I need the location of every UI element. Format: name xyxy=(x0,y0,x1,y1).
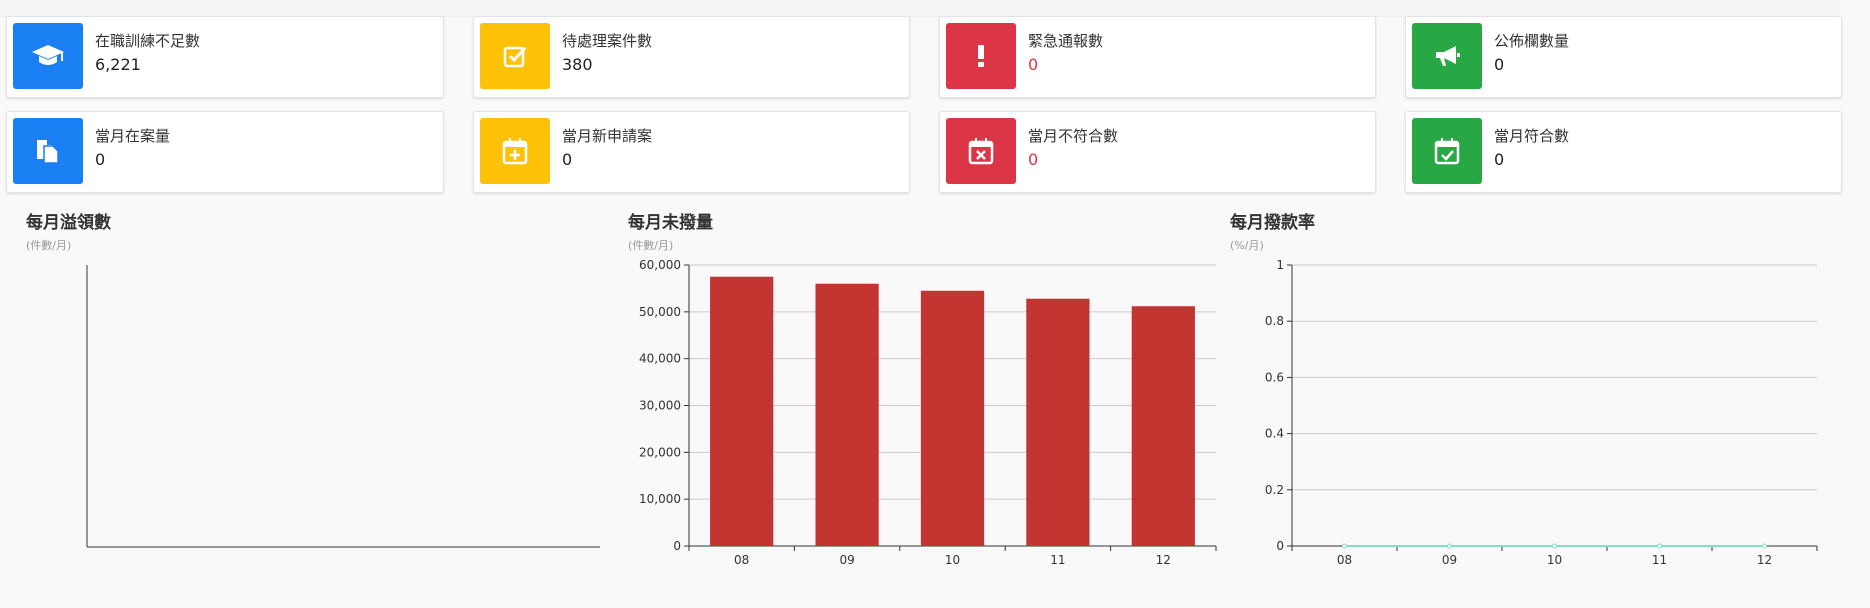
chart-unit-payrate: (%/月) xyxy=(1230,239,1264,252)
chart-unit-overflow: (件數/月) xyxy=(26,239,72,252)
x-tick-label: 11 xyxy=(1050,553,1065,567)
card-label: 當月新申請案 xyxy=(562,127,653,145)
y-tick-label: 40,000 xyxy=(639,352,681,366)
data-point xyxy=(1657,543,1662,549)
megaphone-icon xyxy=(1412,23,1482,89)
exclamation-icon xyxy=(946,23,1016,89)
card-training-shortage[interactable]: 在職訓練不足數 6,221 xyxy=(6,16,444,98)
y-tick-label: 0.4 xyxy=(1265,427,1284,441)
x-tick-label: 10 xyxy=(1547,553,1562,567)
card-value: 0 xyxy=(1028,55,1039,74)
card-pending-cases[interactable]: 待處理案件數 380 xyxy=(473,16,910,98)
card-value: 0 xyxy=(562,150,573,169)
data-point xyxy=(1762,543,1767,549)
y-tick-label: 20,000 xyxy=(639,445,681,459)
x-tick-label: 10 xyxy=(945,553,960,567)
calendar-plus-icon xyxy=(480,118,550,184)
x-tick-label: 12 xyxy=(1156,553,1171,567)
y-tick-label: 60,000 xyxy=(639,260,681,272)
card-monthly-active-cases[interactable]: 當月在案量 0 xyxy=(6,111,444,193)
bar xyxy=(710,276,774,546)
card-monthly-compliant[interactable]: 當月符合數 0 xyxy=(1405,111,1842,193)
x-tick-label: 12 xyxy=(1757,553,1772,567)
y-tick-label: 0.8 xyxy=(1265,314,1284,328)
card-value: 0 xyxy=(95,150,106,169)
card-label: 待處理案件數 xyxy=(562,32,653,50)
chart-payrate: 0 0.2 0.4 0.6 0.8 1 08 09 10 11 12 xyxy=(1265,260,1818,567)
y-tick-label: 0.6 xyxy=(1265,370,1284,384)
x-tick-label: 08 xyxy=(1337,553,1352,567)
data-point xyxy=(1447,543,1452,549)
calendar-check-icon xyxy=(1412,118,1482,184)
y-tick-label: 0 xyxy=(1276,539,1284,553)
card-bulletin-count[interactable]: 公佈欄數量 0 xyxy=(1405,16,1842,98)
bar xyxy=(1131,306,1195,546)
chart-overflow xyxy=(86,265,600,548)
card-value: 0 xyxy=(1494,150,1505,169)
card-value: 0 xyxy=(1494,55,1505,74)
card-label: 當月符合數 xyxy=(1494,127,1570,145)
bar xyxy=(815,283,879,546)
card-label: 當月不符合數 xyxy=(1028,127,1119,145)
x-tick-label: 09 xyxy=(1442,553,1457,567)
chart-title-unpaid: 每月未撥量 xyxy=(628,213,713,233)
chart-title-overflow: 每月溢領數 xyxy=(26,213,111,233)
card-monthly-new-applications[interactable]: 當月新申請案 0 xyxy=(473,111,910,193)
chart-title-payrate: 每月撥款率 xyxy=(1230,213,1315,233)
y-tick-label: 30,000 xyxy=(639,399,681,413)
data-point xyxy=(1552,543,1557,549)
documents-icon xyxy=(13,118,83,184)
y-tick-label: 0.2 xyxy=(1265,483,1284,497)
card-monthly-noncompliant[interactable]: 當月不符合數 0 xyxy=(939,111,1376,193)
top-bar xyxy=(0,0,1840,17)
card-value: 380 xyxy=(562,55,593,74)
y-tick-label: 1 xyxy=(1276,260,1284,272)
check-square-icon xyxy=(480,23,550,89)
chart-unpaid: 0 10,000 20,000 30,000 40,000 50,000 60,000 08 0… xyxy=(639,260,1217,567)
calendar-x-icon xyxy=(946,118,1016,184)
y-tick-label: 10,000 xyxy=(639,492,681,506)
bar xyxy=(920,290,985,546)
x-tick-label: 08 xyxy=(734,553,749,567)
y-tick-label: 0 xyxy=(673,539,681,553)
card-label: 在職訓練不足數 xyxy=(95,32,201,50)
card-label: 公佈欄數量 xyxy=(1494,32,1570,50)
y-tick-label: 50,000 xyxy=(639,305,681,319)
data-point xyxy=(1342,543,1347,549)
graduation-cap-icon xyxy=(13,23,83,89)
x-tick-label: 09 xyxy=(839,553,854,567)
bar xyxy=(1026,298,1090,546)
card-label: 緊急通報數 xyxy=(1028,32,1104,50)
x-tick-label: 11 xyxy=(1652,553,1667,567)
card-value: 6,221 xyxy=(95,55,141,74)
chart-unit-unpaid: (件數/月) xyxy=(628,239,674,252)
card-value: 0 xyxy=(1028,150,1039,169)
card-emergency-reports[interactable]: 緊急通報數 0 xyxy=(939,16,1376,98)
card-label: 當月在案量 xyxy=(95,127,171,145)
